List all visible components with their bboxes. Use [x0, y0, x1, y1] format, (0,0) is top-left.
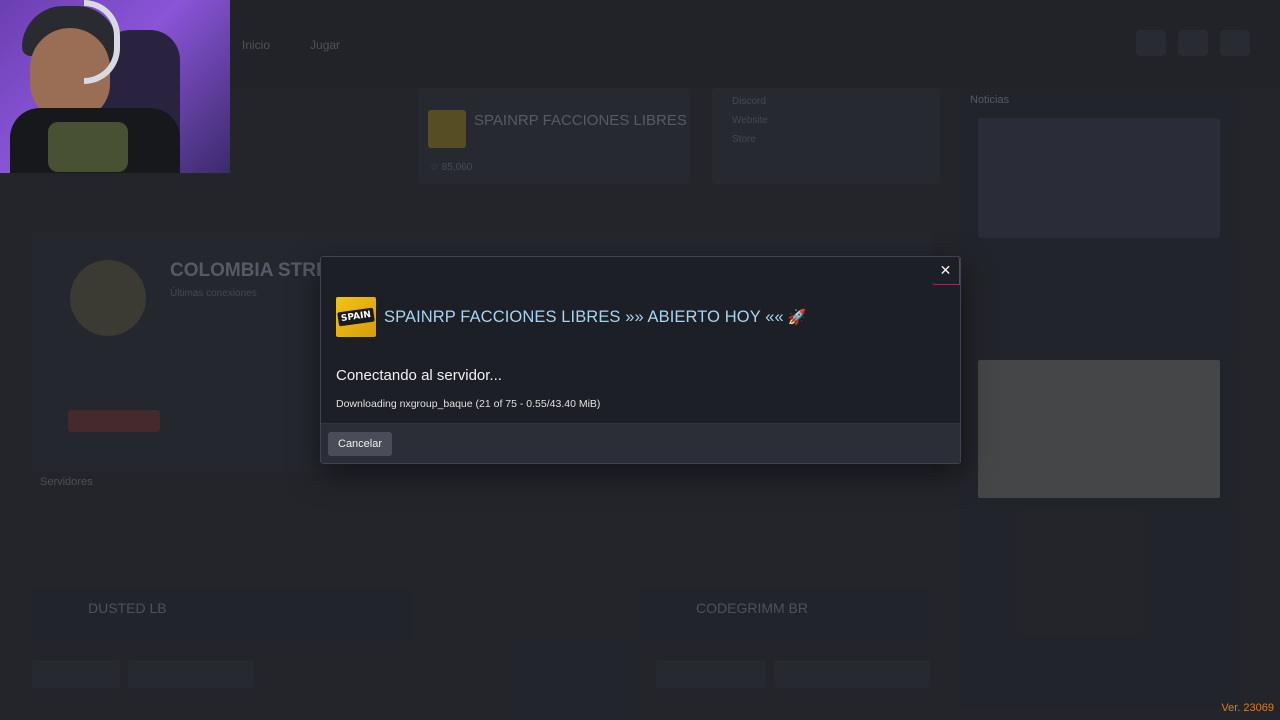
cancel-button[interactable]: Cancelar — [328, 432, 393, 456]
dialog-server-row: SPAIN SPAINRP FACCIONES LIBRES »» ABIERT… — [336, 297, 807, 337]
version-label: Ver. 23069 — [1221, 702, 1274, 714]
connection-status-title: Conectando al servidor... — [336, 367, 502, 384]
download-progress-text: Downloading nxgroup_baque (21 of 75 - 0.… — [336, 398, 601, 410]
connecting-dialog: ✕ SPAIN SPAINRP FACCIONES LIBRES »» ABIE… — [320, 256, 961, 464]
server-logo-icon: SPAIN — [336, 297, 376, 337]
dialog-server-name: SPAINRP FACCIONES LIBRES »» ABIERTO HOY … — [384, 308, 807, 327]
webcam-shirt-print — [48, 122, 128, 172]
close-icon[interactable]: ✕ — [932, 257, 960, 285]
dialog-footer: Cancelar — [321, 423, 960, 463]
rocket-icon: 🚀 — [787, 308, 807, 326]
webcam-overlay — [0, 0, 230, 173]
server-logo-badge: SPAIN — [337, 307, 375, 327]
dialog-server-name-text: SPAINRP FACCIONES LIBRES »» ABIERTO HOY … — [384, 307, 784, 326]
